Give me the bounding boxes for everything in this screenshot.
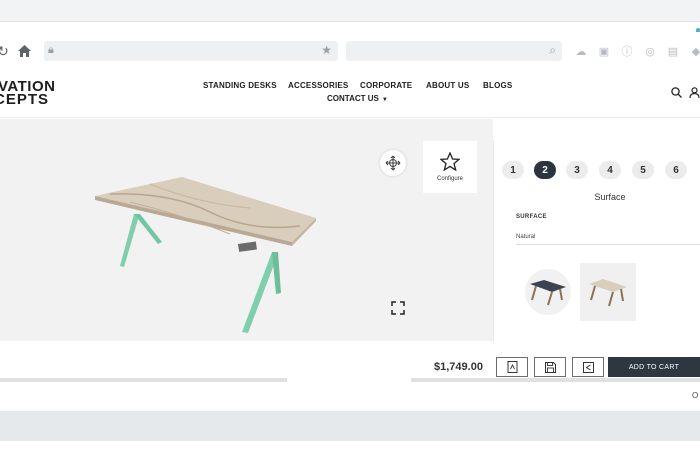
logo-line-2: CEPTS	[0, 91, 50, 108]
surface-swatch-list	[520, 263, 640, 321]
divider-right	[411, 378, 700, 382]
browser-window: ↻ 🔒︎ ★ ⌕ ☁ ▣ ⓘ ◎ ▤ ◆ VATION CEPTS STANDI…	[0, 0, 700, 466]
configure-label: Configure	[436, 176, 463, 182]
swatch-dark-surface[interactable]	[520, 263, 576, 321]
site-header: VATION CEPTS STANDING DESKS ACCESSORIES …	[0, 70, 700, 118]
expand-icon	[391, 301, 405, 315]
info-icon[interactable]: ⓘ	[620, 44, 634, 58]
wifi-icon[interactable]: ◎	[643, 44, 657, 58]
surface-dropdown[interactable]: Natural	[516, 234, 700, 245]
address-bar[interactable]: 🔒︎ ★	[44, 41, 338, 61]
divider-left	[0, 378, 287, 382]
account-icon[interactable]	[689, 87, 700, 101]
desk-thumbnail-dark	[530, 280, 566, 306]
share-button[interactable]	[572, 357, 604, 377]
page-bottom	[0, 441, 700, 466]
swatch-natural-surface[interactable]	[580, 263, 636, 321]
product-price: $1,749.00	[434, 361, 483, 373]
briefcase-icon[interactable]: ▤	[666, 44, 680, 58]
browser-toolbar: ↻ 🔒︎ ★ ⌕ ☁ ▣ ⓘ ◎ ▤ ◆	[0, 32, 700, 70]
nav-about-us[interactable]: ABOUT US	[426, 81, 469, 90]
section-title: Surface	[594, 192, 626, 202]
home-icon[interactable]	[15, 42, 33, 60]
step-2-label: 2	[542, 164, 548, 176]
add-to-cart-button[interactable]: ADD TO CART	[608, 357, 700, 377]
download-pdf-button[interactable]	[496, 357, 528, 377]
search-icon[interactable]	[671, 87, 682, 101]
nav-standing-desks[interactable]: STANDING DESKS	[203, 81, 277, 90]
desk-thumbnail-natural	[589, 279, 627, 307]
tab-strip	[0, 0, 700, 34]
move-arrows-icon	[385, 155, 401, 171]
search-icon: ⌕	[549, 43, 556, 57]
caret-down-icon: ▼	[381, 97, 388, 103]
configurator-panel: 1 2 3 4 5 6 Surface SURFACE Natural	[493, 140, 700, 341]
footer-band	[0, 411, 700, 441]
product-3d-viewer[interactable]: Configure	[0, 119, 493, 341]
step-3-label: 3	[574, 164, 580, 176]
nav-accessories[interactable]: ACCESSORIES	[288, 81, 348, 90]
step-4-label: 4	[607, 164, 613, 176]
nav-blogs[interactable]: BLOGS	[483, 81, 512, 90]
pdf-document-icon	[507, 361, 517, 373]
nav-contact-us[interactable]: CONTACT US ▼	[327, 94, 388, 103]
cut-off-text: O	[692, 391, 699, 400]
nav-contact-us-label: CONTACT US	[327, 94, 379, 103]
browser-search-field[interactable]: ⌕	[346, 41, 562, 61]
surface-field-label: SURFACE	[516, 214, 547, 220]
rotate-view-button[interactable]	[380, 150, 406, 176]
step-5-label: 5	[640, 164, 646, 176]
step-6-button[interactable]: 6	[665, 161, 687, 179]
step-2-button[interactable]: 2	[534, 161, 556, 179]
nav-corporate[interactable]: CORPORATE	[360, 81, 412, 90]
desk-model	[95, 177, 316, 333]
save-config-button[interactable]	[534, 357, 566, 377]
step-6-label: 6	[673, 164, 679, 176]
step-1-button[interactable]: 1	[502, 161, 524, 179]
cloud-icon[interactable]: ☁	[574, 44, 588, 58]
configure-button[interactable]: Configure	[423, 141, 477, 193]
fullscreen-button[interactable]	[390, 300, 406, 316]
share-icon	[582, 361, 594, 373]
lock-icon: 🔒︎	[48, 44, 54, 56]
site-logo[interactable]: VATION CEPTS	[0, 79, 70, 108]
bookmark-star-icon[interactable]: ★	[321, 43, 332, 57]
star-icon	[440, 152, 460, 171]
save-icon	[544, 361, 556, 373]
action-bar: $1,749.00 ADD TO CART O	[0, 341, 700, 400]
step-4-button[interactable]: 4	[599, 161, 621, 179]
shield-icon[interactable]: ◆	[689, 44, 700, 58]
step-5-button[interactable]: 5	[632, 161, 654, 179]
step-1-label: 1	[510, 164, 516, 176]
step-3-button[interactable]: 3	[566, 161, 588, 179]
camera-icon[interactable]: ▣	[597, 44, 611, 58]
reload-icon[interactable]: ↻	[0, 42, 12, 60]
